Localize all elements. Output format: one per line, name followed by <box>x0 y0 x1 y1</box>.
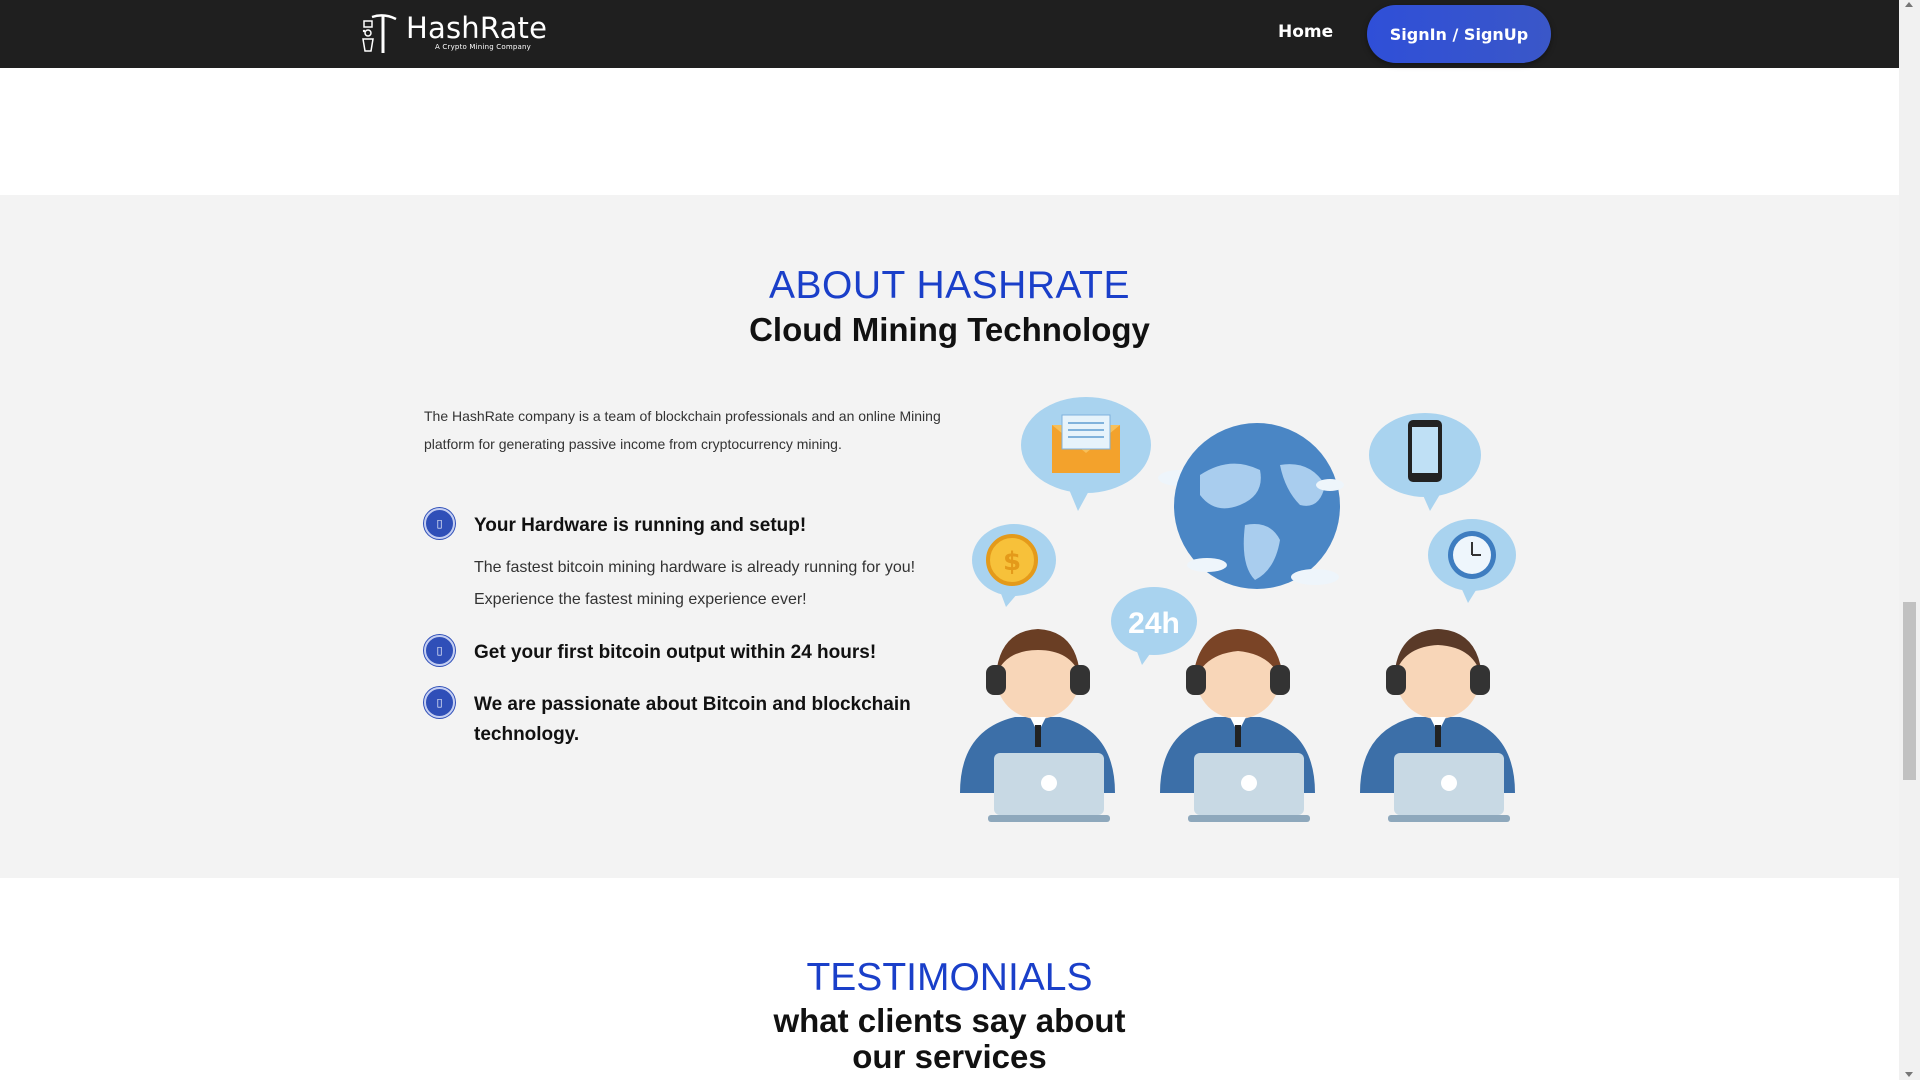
navbar: HashRate A Crypto Mining Company Home Si… <box>0 0 1899 68</box>
testimonials-subtitle: what clients say about our services <box>0 1003 1899 1075</box>
brand-name: HashRate <box>406 11 548 45</box>
email-bubble-icon <box>1021 397 1151 511</box>
testimonials-subtitle-line2: our services <box>852 1038 1047 1075</box>
support-agent-2 <box>1160 629 1315 822</box>
coin-bubble-icon: $ <box>972 524 1056 607</box>
previous-section <box>0 68 1899 195</box>
testimonials-subtitle-line1: what clients say about <box>773 1002 1126 1039</box>
testimonials-title: TESTIMONIALS <box>806 956 1093 999</box>
nav-home-link[interactable]: Home <box>1278 22 1333 42</box>
support-agent-1 <box>960 629 1115 822</box>
globe-icon <box>1158 423 1344 589</box>
scroll-down-arrow-icon[interactable] <box>1905 1072 1913 1077</box>
phone-bubble-icon <box>1369 413 1481 511</box>
page-scrollbar[interactable] <box>1899 0 1920 1080</box>
feature-title: Your Hardware is running and setup! <box>474 515 807 536</box>
support-team-illustration: $ 24h <box>960 397 1516 822</box>
about-subtitle: Cloud Mining Technology <box>749 311 1150 348</box>
svg-text:24h: 24h <box>1128 607 1180 640</box>
square-bullet-icon: ▯ <box>424 508 455 539</box>
feature-body: The fastest bitcoin mining hardware is a… <box>474 559 916 608</box>
feature-title: Get your first bitcoin output within 24 … <box>474 642 877 663</box>
svg-text:$: $ <box>1003 547 1021 577</box>
page: HashRate A Crypto Mining Company Home Si… <box>0 0 1920 1080</box>
about-section: ABOUT HASHRATE Cloud Mining Technology T… <box>0 195 1899 878</box>
feature-title: We are passionate about Bitcoin and bloc… <box>474 694 911 745</box>
pickaxe-logo-icon <box>362 14 397 53</box>
square-bullet-icon: ▯ <box>424 687 455 718</box>
signin-signup-button[interactable]: SignIn / SignUp <box>1367 5 1551 63</box>
about-description: The HashRate company is a team of blockc… <box>424 408 941 452</box>
brand-logo[interactable]: HashRate A Crypto Mining Company <box>358 11 547 55</box>
scrollbar-thumb[interactable] <box>1903 602 1916 780</box>
brand-tagline: A Crypto Mining Company <box>435 43 531 51</box>
scroll-up-arrow-icon[interactable] <box>1905 2 1913 7</box>
support-agent-3 <box>1360 629 1515 822</box>
clock-bubble-icon <box>1428 519 1516 603</box>
square-bullet-icon: ▯ <box>424 635 455 666</box>
24h-bubble-icon: 24h <box>1111 587 1197 665</box>
about-title: ABOUT HASHRATE <box>769 264 1130 307</box>
